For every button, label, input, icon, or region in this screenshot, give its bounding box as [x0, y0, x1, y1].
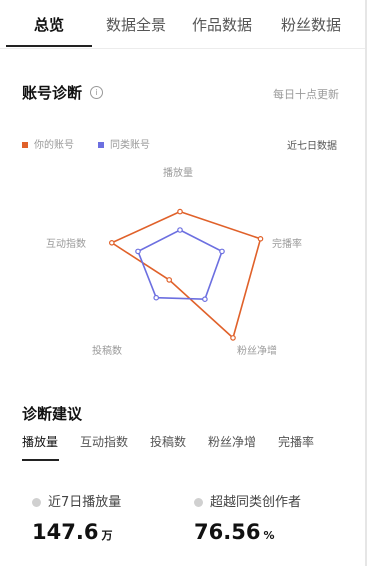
- metric-label-text: 近7日播放量: [48, 495, 122, 510]
- metric-unit: 万: [101, 529, 113, 542]
- radar-point-peer-1: [219, 248, 225, 255]
- metric-value-7day-plays: 147.6 万: [32, 520, 112, 544]
- suggestion-tab-plays[interactable]: 播放量: [22, 433, 58, 450]
- bullet-dot-icon: [194, 498, 203, 507]
- radar-point-peer-2: [202, 296, 208, 303]
- metric-value-beat-peers: 76.56%: [194, 520, 274, 544]
- suggestion-tab-interaction[interactable]: 互动指数: [80, 433, 128, 450]
- radar-point-your-4: [109, 240, 115, 246]
- metric-label-7day-plays: 近7日播放量: [32, 491, 121, 510]
- radar-point-your-0: [177, 208, 183, 215]
- radar-point-your-1: [257, 236, 264, 242]
- radar-point-peer-0: [177, 227, 183, 233]
- radar-point-peer-4: [135, 248, 141, 255]
- radar-chart: [109, 208, 264, 341]
- radar-point-your-2: [230, 335, 236, 341]
- bullet-dot-icon: [32, 498, 41, 507]
- radar-series-your-account: [110, 210, 262, 340]
- metric-label-text: 超越同类创作者: [210, 495, 302, 510]
- metric-unit: %: [263, 529, 275, 542]
- suggestion-tab-fans-net[interactable]: 粉丝净增: [208, 433, 256, 450]
- suggestion-tab-posts[interactable]: 投稿数: [150, 433, 186, 450]
- radar-point-your-3: [166, 277, 173, 283]
- metric-number: 76.56: [194, 520, 261, 544]
- metric-label-beat-peers: 超越同类创作者: [194, 491, 301, 510]
- suggestions-title: 诊断建议: [22, 405, 83, 423]
- suggestion-tab-completion[interactable]: 完播率: [278, 433, 314, 450]
- metric-number: 147.6: [32, 520, 99, 544]
- suggestion-tab-indicator: [22, 459, 59, 461]
- radar-point-peer-3: [153, 294, 160, 301]
